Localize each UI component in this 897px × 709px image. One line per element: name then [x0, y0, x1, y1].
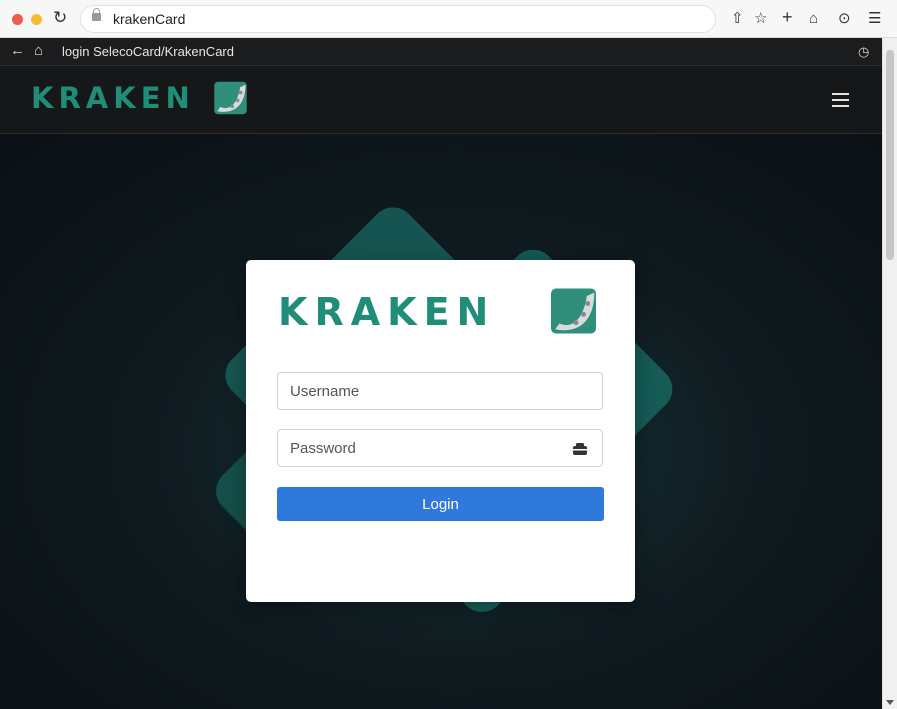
kraken-logo-icon — [214, 81, 247, 115]
login-card: KRAKEN Login — [246, 260, 635, 602]
login-button[interactable]: Login — [277, 487, 604, 521]
download-icon[interactable]: ⊙ — [838, 9, 851, 29]
address-bar[interactable]: krakenCard — [80, 5, 716, 33]
username-input[interactable] — [277, 372, 603, 410]
minimize-window-icon[interactable] — [31, 14, 42, 25]
reload-icon[interactable]: ↻ — [53, 8, 67, 28]
hamburger-menu-button[interactable] — [832, 93, 849, 107]
login-brand-text: KRAKEN — [278, 290, 496, 334]
site-header: KRAKEN — [0, 66, 882, 134]
password-visibility-icon[interactable] — [572, 442, 588, 456]
share-icon[interactable]: ⇧ — [731, 9, 744, 29]
lock-icon — [92, 8, 101, 21]
password-input[interactable] — [277, 429, 603, 467]
kraken-logo-icon — [551, 288, 596, 334]
page-title: login SelecoCard/KrakenCard — [62, 44, 234, 59]
home-outline-icon[interactable]: ⌂ — [34, 42, 43, 59]
browser-nav-row: ← ⌂ login SelecoCard/KrakenCard ◷ — [0, 38, 882, 66]
new-tab-icon[interactable]: + — [782, 7, 793, 27]
scrollbar[interactable] — [882, 38, 897, 709]
star-icon[interactable]: ☆ — [754, 9, 767, 29]
scroll-thumb[interactable] — [886, 50, 894, 260]
back-icon[interactable]: ← — [10, 42, 25, 59]
home-icon[interactable]: ⌂ — [809, 9, 818, 29]
header-brand-text[interactable]: KRAKEN — [31, 81, 195, 115]
url-text: krakenCard — [113, 11, 186, 27]
menu-icon[interactable]: ☰ — [868, 9, 881, 29]
browser-toolbar: ↻ krakenCard ⇧ ☆ + ⌂ ⊙ ☰ — [0, 0, 897, 38]
scroll-down-arrow-icon[interactable] — [886, 700, 894, 705]
close-window-icon[interactable] — [12, 14, 23, 25]
history-icon[interactable]: ◷ — [858, 44, 869, 60]
